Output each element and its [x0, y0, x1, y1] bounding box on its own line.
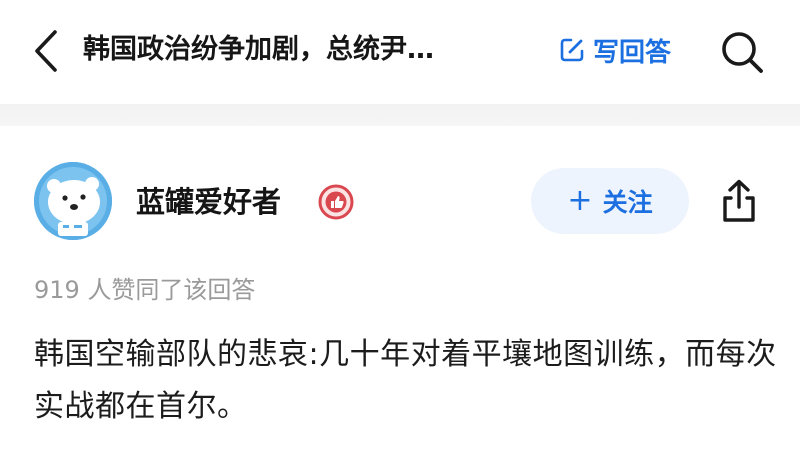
question-title[interactable]: 韩国政治纷争加剧，总统尹… — [83, 30, 523, 70]
polar-bear-avatar — [34, 162, 112, 240]
plus-icon: + — [567, 183, 593, 218]
follow-button[interactable]: + 关注 — [531, 168, 689, 234]
back-button[interactable] — [26, 27, 66, 75]
search-icon — [722, 32, 763, 73]
thumbs-up-badge-icon — [318, 184, 354, 220]
search-button[interactable] — [716, 26, 768, 78]
author-avatar[interactable] — [34, 162, 112, 240]
author-row: 蓝罐爱好者 + 关注 — [0, 126, 800, 266]
author-name[interactable]: 蓝罐爱好者 — [136, 182, 281, 222]
chevron-left-icon — [35, 30, 57, 72]
answer-content[interactable]: 韩国空输部队的悲哀:几十年对着平壤地图训练，而每次实战都在首尔。 — [34, 329, 780, 433]
share-icon — [723, 179, 755, 222]
edit-icon — [559, 37, 585, 63]
author-badge[interactable] — [318, 184, 354, 220]
top-navigation-bar: 韩国政治纷争加剧，总统尹… 写回答 — [0, 0, 800, 104]
likes-count: 919 人赞同了该回答 — [34, 276, 256, 304]
follow-label: 关注 — [602, 188, 653, 217]
write-answer-label: 写回答 — [593, 37, 672, 68]
share-button[interactable] — [716, 176, 762, 226]
write-answer-button[interactable]: 写回答 — [559, 30, 671, 70]
section-divider — [0, 104, 800, 126]
